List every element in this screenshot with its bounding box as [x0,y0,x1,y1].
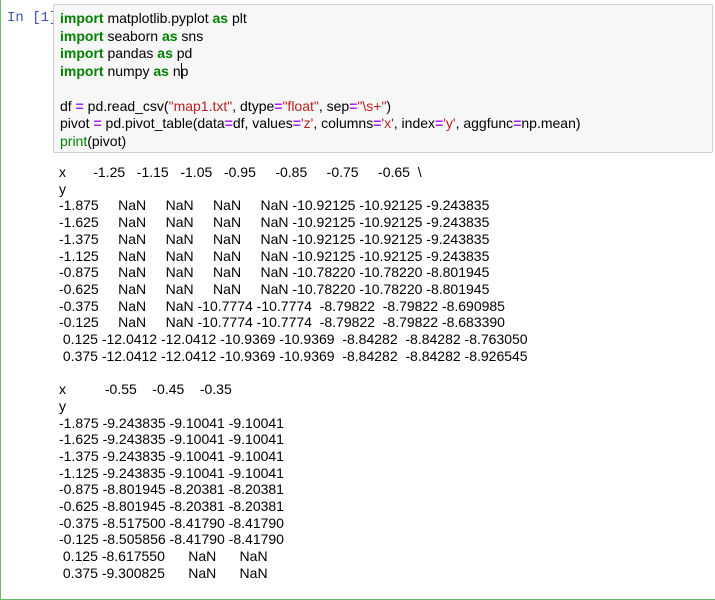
code-token: pandas [103,45,158,61]
code-token: , dtype [232,97,275,114]
code-line: import pandas as pd [60,45,581,63]
code-line: print(pivot) [60,133,581,151]
code-token: import [60,27,104,44]
notebook-cell[interactable]: In [1]: import matplotlib.pyplot as plt i… [0,0,715,600]
code-line: pivot = pd.pivot_table(data=df, values='… [60,115,581,133]
code-token: , index [393,115,436,131]
code-token: (pivot) [87,132,127,149]
code-token: = [224,115,233,131]
code-token: n [168,62,181,79]
code-line: df = pd.read_csv("map1.txt", dtype="floa… [60,98,581,116]
code-token: as [212,10,229,26]
code-line: import matplotlib.pyplot as plt [60,10,581,28]
code-token: , aggfunc [455,115,514,131]
code-line: import numpy as np [60,62,581,81]
code-token: as [161,27,178,44]
code-token: , sep [318,97,350,114]
code-token: = [292,115,301,131]
code-token: as [157,45,173,61]
code-token: = [435,115,444,131]
code-token: df [60,97,76,114]
code-input-area[interactable]: import matplotlib.pyplot as plt import se… [53,4,713,153]
code-token: pivot [60,115,94,131]
code-token: import [60,45,104,61]
code-token: print [60,132,88,149]
code-token: import [60,10,104,26]
code-token: = [93,115,102,131]
code-token: "\s+" [357,97,387,114]
code-token: "map1.txt" [168,97,233,114]
code-token: 'x' [381,115,394,131]
code-token: pd [172,45,193,61]
code-token: pd.pivot_table(data [101,115,225,131]
code-token: 'y' [443,115,456,131]
code-editor[interactable]: import matplotlib.pyplot as plt import se… [60,10,581,150]
code-token: numpy [103,62,154,79]
code-token: p [180,62,189,79]
code-token: np.mean) [521,115,581,131]
code-token: = [75,97,84,114]
cell-output: x -1.25 -1.15 -1.05 -0.95 -0.85 -0.75 -0… [59,164,528,581]
code-token: , columns [313,115,374,131]
code-token: import [60,62,104,79]
code-token: df, values [232,115,293,131]
code-token: matplotlib.pyplot [103,10,213,26]
code-token: plt [228,10,247,26]
code-line: import seaborn as sns [60,28,581,46]
code-token: pd.read_csv( [83,97,169,114]
code-token: "float" [282,97,319,114]
code-token: seaborn [103,27,162,44]
code-token: as [153,62,169,79]
code-token: sns [177,27,204,44]
code-token: 'z' [300,115,314,131]
code-token: ) [386,97,392,114]
